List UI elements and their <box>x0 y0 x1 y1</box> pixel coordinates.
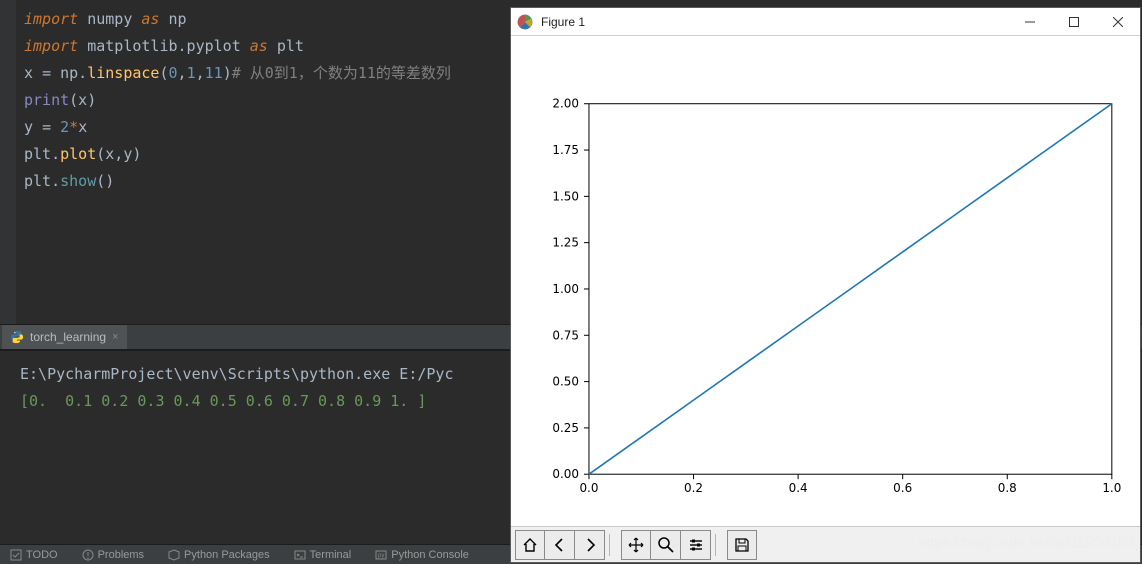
mpl-configure-button[interactable] <box>681 530 711 560</box>
svg-text:1.0: 1.0 <box>1102 481 1121 495</box>
mpl-pan-button[interactable] <box>621 530 651 560</box>
mpl-forward-button[interactable] <box>575 530 605 560</box>
python-icon <box>10 330 24 344</box>
figure-title: Figure 1 <box>541 15 1008 29</box>
mpl-home-button[interactable] <box>515 530 545 560</box>
svg-text:0.75: 0.75 <box>552 328 579 342</box>
toolwindow-python-console[interactable]: pyPython Console <box>375 549 469 561</box>
close-button[interactable] <box>1096 8 1140 35</box>
run-tab-torch-learning[interactable]: torch_learning × <box>2 325 127 349</box>
chart-svg: 0.0 0.2 0.4 0.6 0.8 1.0 0.00 0.25 0.50 0.75 1.00 1.… <box>511 36 1140 526</box>
svg-text:0.8: 0.8 <box>998 481 1017 495</box>
svg-text:2.00: 2.00 <box>552 97 579 111</box>
svg-text:1.00: 1.00 <box>552 282 579 296</box>
figure-window: Figure 1 0.00.20.40.60.81.00.000.250.500… <box>510 7 1141 563</box>
svg-text:0.0: 0.0 <box>579 481 598 495</box>
toolwindow-todo[interactable]: TODO <box>10 549 58 561</box>
toolwindow-python-packages[interactable]: Python Packages <box>168 549 270 561</box>
svg-text:1.75: 1.75 <box>552 143 579 157</box>
svg-text:0.00: 0.00 <box>552 467 579 481</box>
watermark-text: https://blog.csdn.net/u011250160 <box>918 534 1134 550</box>
maximize-button[interactable] <box>1052 8 1096 35</box>
svg-text:1.25: 1.25 <box>552 236 579 250</box>
toolwindow-problems[interactable]: Problems <box>82 549 144 561</box>
plot-canvas[interactable]: 0.0 0.2 0.4 0.6 0.8 1.0 0.00 0.25 0.50 0.75 1.00 1.… <box>511 36 1140 526</box>
svg-text:0.6: 0.6 <box>893 481 912 495</box>
svg-text:0.50: 0.50 <box>552 375 579 389</box>
toolwindow-terminal[interactable]: Terminal <box>294 549 352 561</box>
mpl-back-button[interactable] <box>545 530 575 560</box>
mpl-zoom-button[interactable] <box>651 530 681 560</box>
close-icon[interactable]: × <box>112 331 118 343</box>
svg-text:1.50: 1.50 <box>552 189 579 203</box>
minimize-button[interactable] <box>1008 8 1052 35</box>
svg-text:0.25: 0.25 <box>552 421 579 435</box>
matplotlib-icon <box>517 14 533 30</box>
mpl-save-button[interactable] <box>727 530 757 560</box>
figure-titlebar[interactable]: Figure 1 <box>511 8 1140 36</box>
svg-text:py: py <box>378 553 384 559</box>
svg-text:0.2: 0.2 <box>684 481 703 495</box>
svg-text:0.4: 0.4 <box>789 481 808 495</box>
run-tab-label: torch_learning <box>30 330 106 344</box>
